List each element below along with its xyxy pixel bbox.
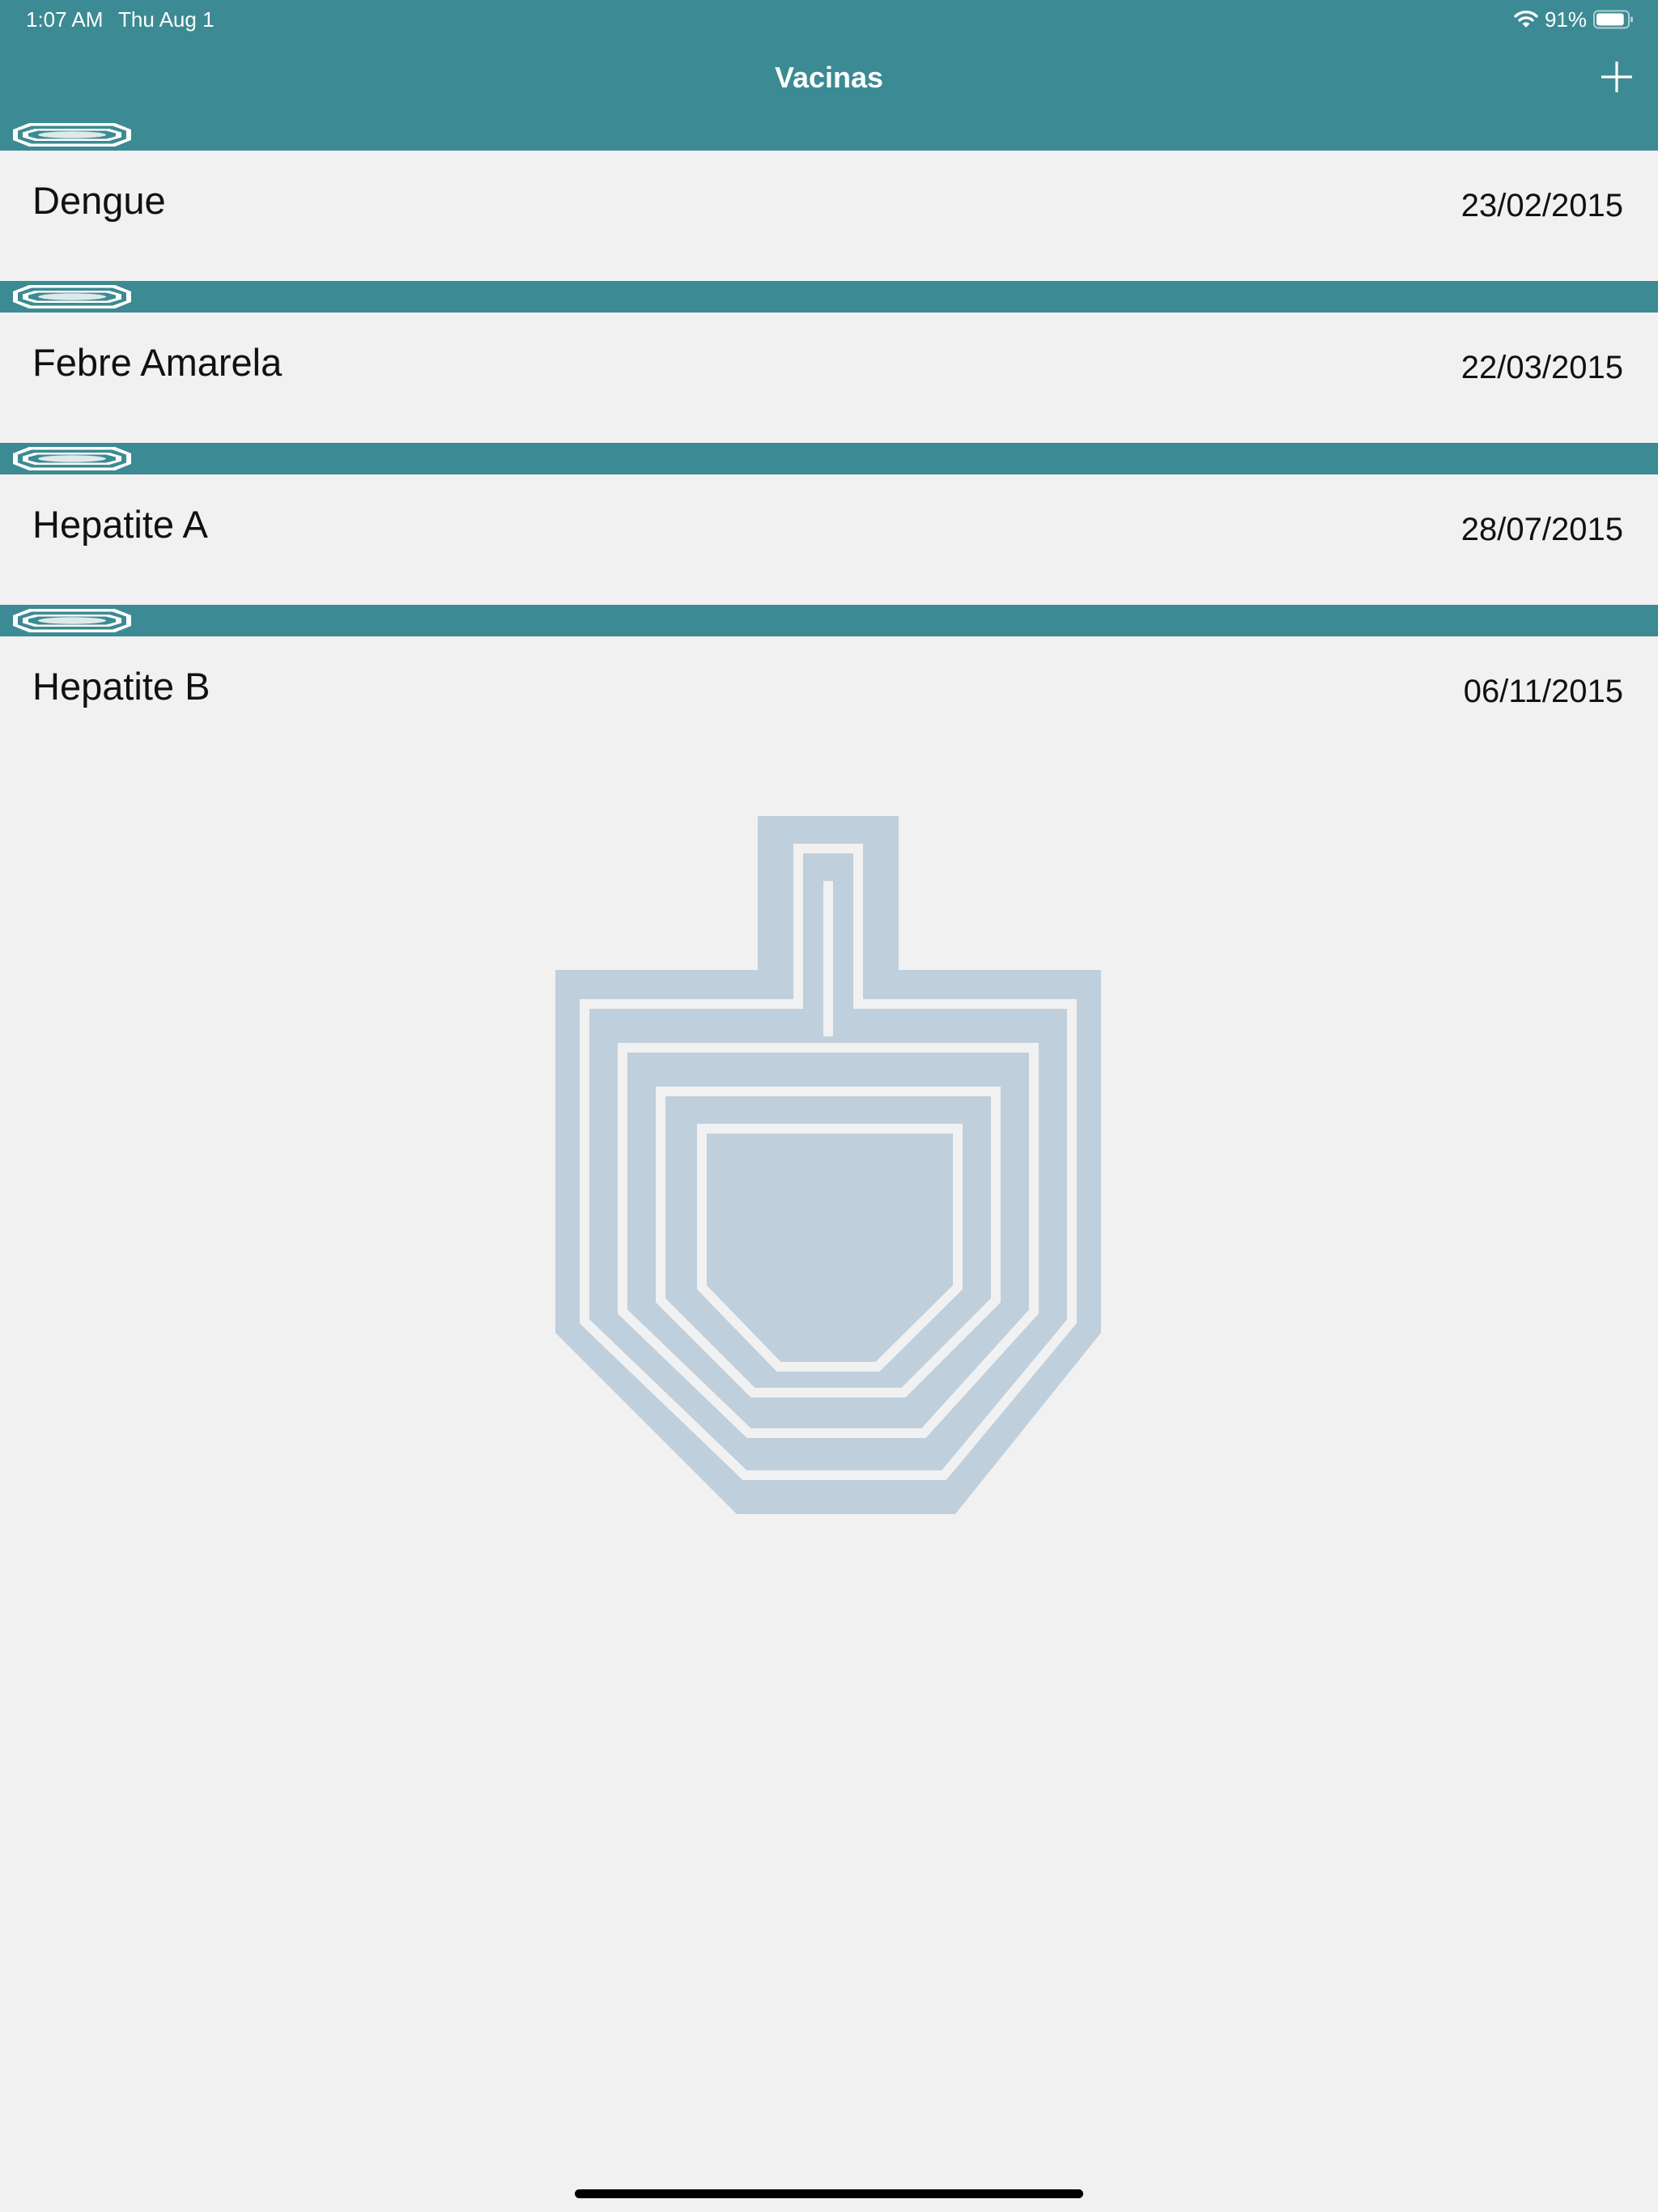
status-date: Thu Aug 1 [118,7,215,32]
row-header-band [0,281,1658,313]
battery-percentage: 91% [1544,6,1587,32]
vaccine-row: Hepatite A 28/07/2015 [0,443,1658,605]
row-header-band [0,443,1658,474]
octagon-rings-icon [11,284,133,309]
vaccine-date: 06/11/2015 [1463,674,1623,709]
row-header-band [0,119,1658,151]
home-indicator[interactable] [575,2189,1083,2198]
navigation-bar: 1:07 AM Thu Aug 1 91% Vacinas [0,0,1658,119]
vaccine-date: 23/02/2015 [1460,188,1623,223]
vaccine-date: 22/03/2015 [1460,350,1623,385]
row-header-band [0,605,1658,636]
battery-icon [1593,10,1634,29]
vaccine-name: Hepatite A [32,503,208,546]
octagon-rings-icon [11,446,133,471]
add-vaccine-button[interactable] [1596,57,1637,97]
octagon-rings-icon [11,608,133,633]
vaccine-name: Dengue [32,179,166,222]
wifi-icon [1514,10,1538,29]
status-indicators: 91% [1514,6,1634,32]
vaccine-row: Febre Amarela 22/03/2015 [0,281,1658,443]
shield-logo-icon [555,816,1101,1514]
vaccine-list: Dengue 23/02/2015 Febre Amarela 22/03/20… [0,119,1658,767]
vaccine-date: 28/07/2015 [1460,512,1623,547]
vaccine-row-cell[interactable]: Dengue 23/02/2015 [0,151,1658,281]
vaccine-row-cell[interactable]: Hepatite A 28/07/2015 [0,474,1658,605]
page-title: Vacinas [774,61,884,94]
octagon-rings-icon [11,122,133,147]
plus-icon [1601,62,1632,92]
vaccine-name: Febre Amarela [32,341,283,384]
vaccine-row: Hepatite B 06/11/2015 [0,605,1658,767]
status-time: 1:07 AM [26,7,104,32]
vaccine-row: Dengue 23/02/2015 [0,119,1658,281]
vaccine-name: Hepatite B [32,665,210,708]
vaccine-row-cell[interactable]: Febre Amarela 22/03/2015 [0,313,1658,443]
vaccine-row-cell[interactable]: Hepatite B 06/11/2015 [0,636,1658,767]
